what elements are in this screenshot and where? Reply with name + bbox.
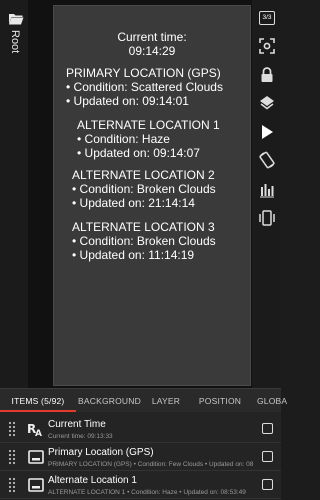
tab-layer[interactable]: LAYER [146,389,186,413]
drag-handle-icon[interactable] [8,477,16,493]
item-checkbox[interactable] [262,451,273,462]
item-checkbox[interactable] [262,423,273,434]
rotate-icon[interactable] [256,149,278,171]
item-title: Alternate Location 1 [48,475,137,486]
item-subtitle: PRIMARY LOCATION (GPS) • Condition: Few … [48,461,254,468]
alt-location-3-condition: • Condition: Broken Clouds [72,234,216,248]
left-rail: Root [0,0,28,388]
tab-global[interactable]: GLOBA [257,389,287,413]
vibrate-icon[interactable] [256,207,278,229]
current-time-value: 09:14:29 [128,44,176,58]
tab-position[interactable]: POSITION [197,389,243,413]
lock-icon[interactable] [256,64,278,86]
items-list: R A Current Time Current time: 09:13:33 … [0,412,281,500]
tab-bar: ITEMS (5/92) BACKGROUND LAYER POSITION G… [0,388,287,413]
drag-handle-icon[interactable] [8,421,16,437]
widget-preview[interactable]: Current time: 09:14:29 PRIMARY LOCATION … [53,5,251,386]
stack-item-icon [28,478,44,492]
item-subtitle: Current time: 09:13:33 [48,433,113,440]
list-item[interactable]: Alternate Location 1 ALTERNATE LOCATION … [0,471,281,499]
text-item-icon: R A [27,422,42,438]
page-badge-icon[interactable]: 3/3 [256,7,278,29]
list-item[interactable]: Primary Location (GPS) PRIMARY LOCATION … [0,443,281,471]
item-title: Current Time [48,419,106,430]
alt-location-2-title: ALTERNATE LOCATION 2 [72,168,215,182]
play-icon[interactable] [256,121,278,143]
item-title: Primary Location (GPS) [48,447,154,458]
stack-item-icon [28,450,44,464]
alt-location-2-condition: • Condition: Broken Clouds [72,182,216,196]
alt-location-3-updated: • Updated on: 11:14:19 [72,248,195,262]
root-label[interactable]: Root [9,30,21,53]
svg-text:A: A [35,429,42,438]
right-rail: 3/3 [252,0,281,388]
drag-handle-icon[interactable] [8,449,16,465]
alt-location-1-title: ALTERNATE LOCATION 1 [77,118,220,132]
tab-background[interactable]: BACKGROUND [78,389,141,413]
layers-icon[interactable] [256,92,278,114]
folder-open-icon[interactable] [8,12,24,25]
primary-location-title: PRIMARY LOCATION (GPS) [66,66,221,80]
page-badge: 3/3 [259,11,275,25]
alt-location-2-updated: • Updated on: 21:14:14 [72,196,195,210]
equalizer-icon[interactable] [256,179,278,201]
primary-location-condition: • Condition: Scattered Clouds [66,80,223,94]
alt-location-1-condition: • Condition: Haze [77,132,170,146]
item-subtitle: ALTERNATE LOCATION 1 • Condition: Haze •… [48,489,246,496]
focus-icon[interactable] [256,35,278,57]
item-checkbox[interactable] [262,479,273,490]
current-time-label: Current time: [117,30,187,44]
alt-location-3-title: ALTERNATE LOCATION 3 [72,220,215,234]
list-item[interactable]: R A Current Time Current time: 09:13:33 [0,415,281,443]
alt-location-1-updated: • Updated on: 09:14:07 [77,146,200,160]
primary-location-updated: • Updated on: 09:14:01 [66,94,189,108]
